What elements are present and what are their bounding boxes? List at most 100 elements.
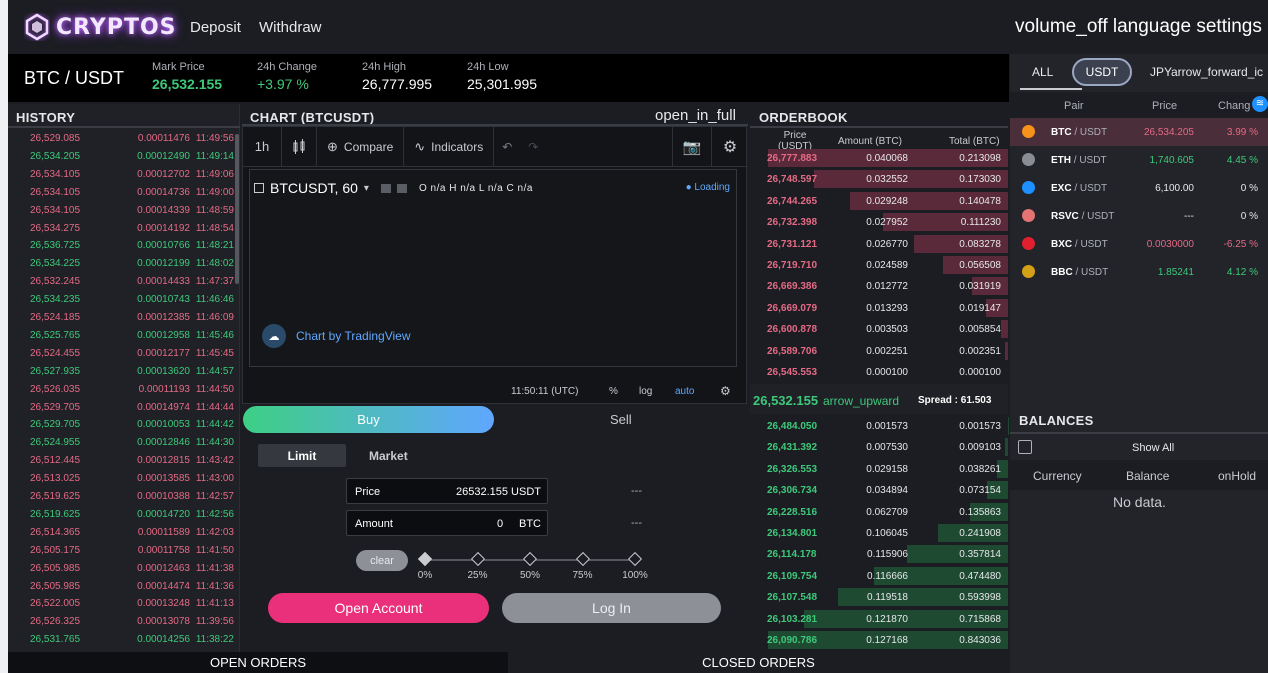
redo-icon[interactable]: ↷ [520, 140, 546, 154]
orderbook-row[interactable]: 26,109.754 0.116666 0.474480 [750, 566, 1008, 586]
orderbook-row[interactable]: 26,134.801 0.106045 0.241908 [750, 523, 1008, 543]
chart-footer-gear-icon[interactable]: ⚙ [720, 384, 731, 398]
undo-icon[interactable]: ↶ [494, 140, 520, 154]
ohlc-values: O n/a H n/a L n/a C n/a [418, 182, 533, 194]
history-time: 11:43:00 [195, 473, 234, 485]
percent-toggle[interactable]: % [609, 386, 618, 397]
orderbook-row[interactable]: 26,306.734 0.034894 0.073154 [750, 480, 1008, 500]
top-right-icon-labels[interactable]: volume_off language settings help [1015, 16, 1268, 38]
log-toggle[interactable]: log [639, 386, 652, 397]
candles-icon[interactable] [282, 138, 316, 155]
open-account-button[interactable]: Open Account [268, 593, 489, 623]
market-row[interactable]: BBC / USDT 1.85241 4.12 % [1010, 258, 1268, 286]
show-all-label[interactable]: Show All [1132, 442, 1174, 454]
stat-24h-low: 24h Low 25,301.995 [467, 61, 537, 92]
orderbook-row[interactable]: 26,732.398 0.027952 0.111230 [750, 212, 1008, 232]
market-tab-all[interactable]: ALL [1032, 65, 1053, 79]
arrow-forward-icon[interactable]: arrow_forward_ic [1171, 65, 1268, 79]
chart-symbol[interactable]: BTCUSDT, 60 [270, 180, 358, 196]
market-pair: ETH / USDT [1051, 155, 1107, 166]
orderbook-row[interactable]: 26,589.706 0.002251 0.002351 [750, 341, 1008, 361]
slider-stop[interactable] [575, 551, 590, 567]
orderbook-total: 0.111230 [960, 217, 1001, 229]
orderbook-total: 0.593998 [959, 592, 1001, 604]
chevron-down-icon[interactable]: ▾ [364, 183, 369, 194]
slider-stop[interactable] [522, 551, 538, 567]
stat-value: +3.97 % [257, 76, 309, 92]
amount-field[interactable]: Amount 0 BTC [346, 510, 548, 536]
orderbook-row[interactable]: 26,114.178 0.115906 0.357814 [750, 544, 1008, 564]
withdraw-link[interactable]: Withdraw [259, 19, 322, 36]
amount-field-unit: BTC [519, 518, 541, 530]
stat-24h-change: 24h Change +3.97 % [257, 61, 317, 92]
history-row: 26,529.085 0.00011476 11:49:56 [8, 130, 240, 148]
orderbook-total: 0.019147 [959, 302, 1001, 314]
pair-name: BTC / USDT [24, 68, 125, 88]
orderbook-amount: 0.121870 [866, 613, 908, 625]
history-scrollbar[interactable] [235, 134, 239, 284]
sell-tab[interactable]: Sell [610, 412, 632, 427]
history-amount: 0.00014474 [137, 580, 190, 592]
orderbook-amount: 0.027952 [866, 217, 908, 229]
compare-button[interactable]: ⊕ Compare [317, 139, 403, 155]
market-tab-usdt[interactable]: USDT [1072, 58, 1132, 86]
orderbook-row[interactable]: 26,326.553 0.029158 0.038261 [750, 459, 1008, 479]
indicators-button[interactable]: ∿ Indicators [404, 139, 493, 155]
tradingview-attribution[interactable]: ☁ Chart by TradingView [262, 324, 411, 348]
market-row[interactable]: ETH / USDT 1,740.605 4.45 % [1010, 146, 1268, 174]
market-row[interactable]: BTC / USDT 26,534.205 3.99 % [1010, 118, 1268, 146]
open-orders-tab[interactable]: OPEN ORDERS [8, 652, 508, 673]
deposit-link[interactable]: Deposit [190, 19, 241, 36]
orderbook-row[interactable]: 26,484.050 0.001573 0.001573 [750, 416, 1008, 436]
limit-tab[interactable]: Limit [258, 444, 346, 467]
auto-toggle[interactable]: auto [675, 386, 694, 397]
orderbook-row[interactable]: 26,744.265 0.029248 0.140478 [750, 191, 1008, 211]
history-row: 26,526.325 0.00013078 11:39:56 [8, 613, 240, 631]
brand-logo[interactable]: CRYPTOS [24, 10, 177, 44]
orderbook-row[interactable]: 26,107.548 0.119518 0.593998 [750, 587, 1008, 607]
slider-stop[interactable] [470, 551, 485, 567]
eye-icon[interactable] [380, 183, 391, 193]
expand-chart-icon[interactable]: open_in_full [655, 107, 736, 124]
buy-tab[interactable]: Buy [243, 406, 494, 433]
market-row[interactable]: RSVC / USDT --- 0 % [1010, 202, 1268, 230]
show-all-checkbox[interactable] [1018, 440, 1032, 454]
market-pair: BXC / USDT [1051, 239, 1108, 250]
orderbook-row[interactable]: 26,090.786 0.127168 0.843036 [750, 630, 1008, 650]
login-button[interactable]: Log In [502, 593, 721, 623]
market-row[interactable]: EXC / USDT 6,100.00 0 % [1010, 174, 1268, 202]
orderbook-row[interactable]: 26,719.710 0.024589 0.056508 [750, 255, 1008, 275]
market-tab-jpy[interactable]: JPY [1150, 65, 1172, 79]
orderbook-row[interactable]: 26,600.878 0.003503 0.005854 [750, 319, 1008, 339]
closed-orders-tab[interactable]: CLOSED ORDERS [508, 652, 1009, 673]
clear-button[interactable]: clear [356, 550, 408, 571]
orderbook-row[interactable]: 26,103.281 0.121870 0.715868 [750, 609, 1008, 629]
orderbook-row[interactable]: 26,545.553 0.000100 0.000100 [750, 362, 1008, 382]
orderbook-row[interactable]: 26,431.392 0.007530 0.009103 [750, 437, 1008, 457]
settings-icon[interactable] [396, 183, 407, 193]
orderbook-row[interactable]: 26,731.121 0.026770 0.083278 [750, 234, 1008, 254]
camera-icon[interactable]: 📷 [673, 138, 711, 156]
market-row[interactable]: BXC / USDT 0.0030000 -6.25 % [1010, 230, 1268, 258]
interval-button[interactable]: 1h [243, 139, 281, 154]
settings-gear-icon[interactable]: ⚙ [712, 137, 748, 157]
balances-divider [1010, 432, 1268, 434]
orderbook-row[interactable]: 26,777.883 0.040068 0.213098 [750, 148, 1008, 168]
market-tab[interactable]: Market [369, 449, 408, 463]
history-price: 26,534.205 [30, 150, 81, 162]
chart-legend: BTCUSDT, 60 ▾ O n/a H n/a L n/a C n/a [254, 180, 533, 196]
chart-canvas[interactable]: BTCUSDT, 60 ▾ O n/a H n/a L n/a C n/a ● … [249, 169, 737, 367]
orderbook-row[interactable]: 26,669.079 0.013293 0.019147 [750, 298, 1008, 318]
slider-stop[interactable] [627, 551, 643, 567]
wifi-icon[interactable]: ≋ [1252, 96, 1268, 112]
amount-percent-slider[interactable]: 0% 25% 50% 75% 100% [418, 551, 648, 583]
orderbook-row[interactable]: 26,669.386 0.012772 0.031919 [750, 276, 1008, 296]
collapse-legend-icon[interactable] [254, 183, 264, 193]
slider-stop[interactable] [417, 551, 433, 567]
orderbook-row[interactable]: 26,748.597 0.032552 0.173030 [750, 169, 1008, 189]
history-price: 26,524.185 [30, 312, 81, 323]
price-field[interactable]: Price 26532.155 USDT [346, 478, 548, 504]
orderbook-row[interactable]: 26,228.516 0.062709 0.135863 [750, 502, 1008, 522]
market-quote: / USDT [1072, 239, 1108, 250]
market-tab-indicator [1020, 88, 1082, 90]
